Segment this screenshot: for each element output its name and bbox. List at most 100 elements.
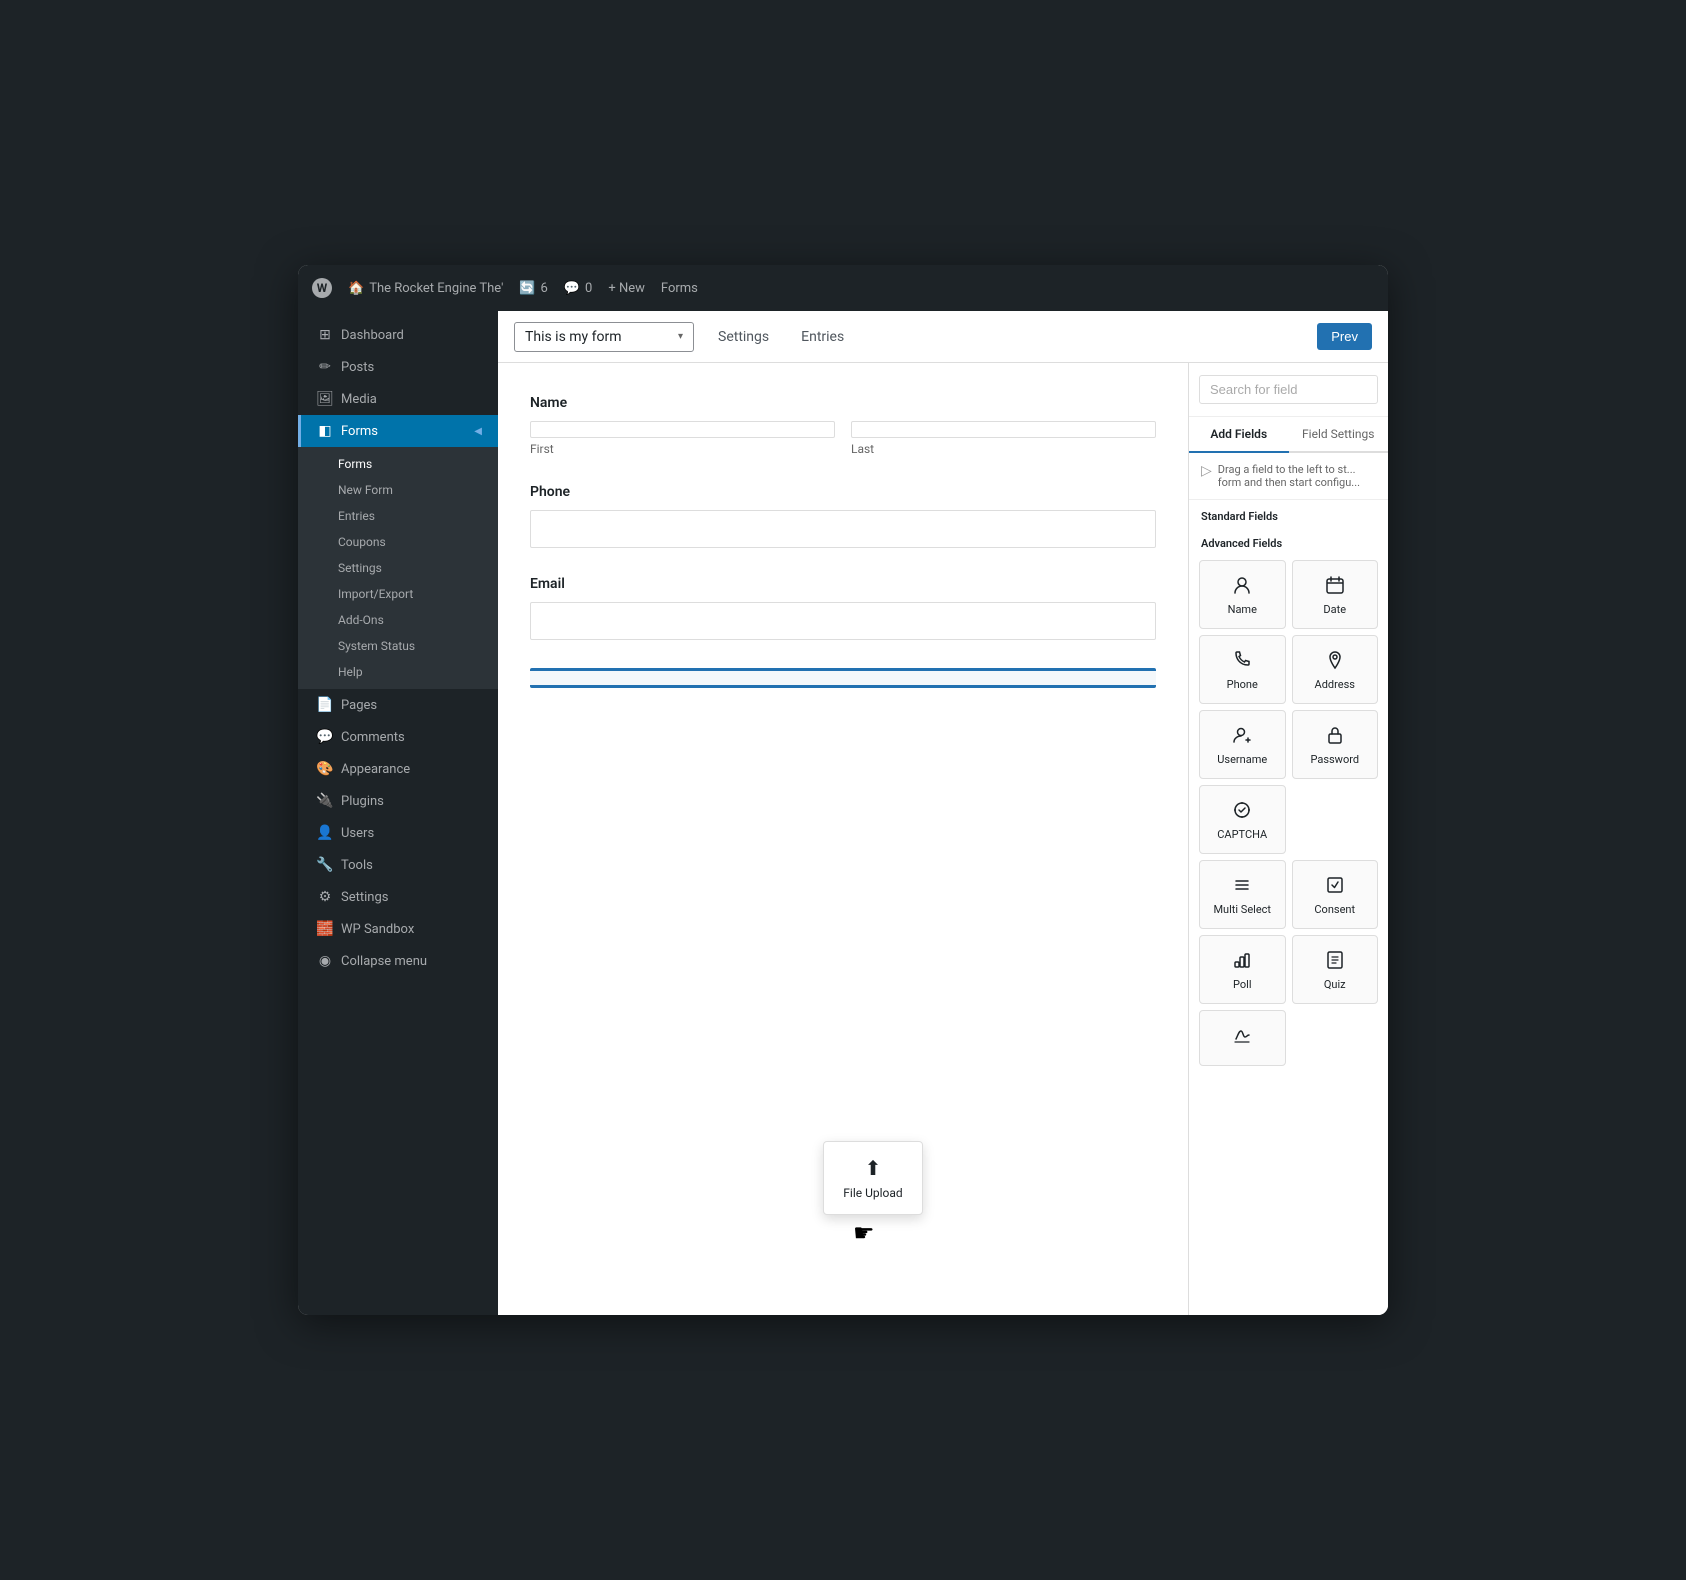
sidebar-label-forms: Forms (341, 424, 378, 439)
field-card-multi-select[interactable]: Multi Select (1199, 860, 1286, 929)
field-card-quiz[interactable]: Quiz (1292, 935, 1379, 1004)
field-consent-icon (1323, 873, 1347, 897)
submenu-new-form[interactable]: New Form (298, 477, 498, 503)
users-icon: 👤 (317, 825, 333, 841)
collapse-icon: ◉ (317, 953, 333, 969)
phone-field-group: Phone (530, 484, 1156, 548)
plugins-icon: 🔌 (317, 793, 333, 809)
admin-bar-forms[interactable]: Forms (661, 281, 698, 296)
comments-icon: 💬 (564, 281, 580, 296)
submenu-entries[interactable]: Entries (298, 503, 498, 529)
forms-icon: ◧ (317, 423, 333, 439)
sidebar-item-media[interactable]: 🖼 Media (298, 383, 498, 415)
updates-count: 6 (541, 281, 548, 296)
phone-field-label: Phone (530, 484, 1156, 500)
field-signature-icon (1230, 1023, 1254, 1047)
sidebar-item-plugins[interactable]: 🔌 Plugins (298, 785, 498, 817)
chevron-down-icon: ▾ (678, 331, 683, 342)
field-captcha-icon (1230, 798, 1254, 822)
advanced-fields-title: Advanced Fields (1189, 527, 1388, 554)
field-card-password[interactable]: Password (1292, 710, 1379, 779)
field-card-captcha[interactable]: CAPTCHA (1199, 785, 1286, 854)
sidebar-item-settings[interactable]: ⚙ Settings (298, 881, 498, 913)
field-card-poll[interactable]: Poll (1199, 935, 1286, 1004)
submenu-addons[interactable]: Add-Ons (298, 607, 498, 633)
sidebar-label-media: Media (341, 392, 377, 407)
sidebar-collapse[interactable]: ◉ Collapse menu (298, 945, 498, 977)
field-drag-hint: ▷ Drag a field to the left to st... form… (1189, 453, 1388, 500)
form-selector-label: This is my form (525, 329, 670, 345)
last-name-col: Last (851, 421, 1156, 456)
field-search-container (1189, 363, 1388, 417)
field-card-username[interactable]: Username (1199, 710, 1286, 779)
sidebar-item-wp-sandbox[interactable]: 🧱 WP Sandbox (298, 913, 498, 945)
sidebar-item-users[interactable]: 👤 Users (298, 817, 498, 849)
sidebar-item-dashboard[interactable]: ⊞ Dashboard (298, 319, 498, 351)
pages-icon: 📄 (317, 697, 333, 713)
field-card-address-label: Address (1315, 678, 1355, 691)
submenu-coupons[interactable]: Coupons (298, 529, 498, 555)
appearance-icon: 🎨 (317, 761, 333, 777)
admin-bar-comments[interactable]: 💬 0 (564, 281, 593, 296)
field-tabs: Add Fields Field Settings (1189, 417, 1388, 453)
sidebar-item-forms[interactable]: ◧ Forms ◀ (298, 415, 498, 447)
tab-entries[interactable]: Entries (793, 323, 852, 351)
field-card-phone[interactable]: Phone (1199, 635, 1286, 704)
standard-fields-title: Standard Fields (1189, 500, 1388, 527)
last-name-input[interactable] (851, 421, 1156, 438)
dashboard-icon: ⊞ (317, 327, 333, 343)
forms-bar-label: Forms (661, 281, 698, 296)
first-name-input[interactable] (530, 421, 835, 438)
sidebar-item-appearance[interactable]: 🎨 Appearance (298, 753, 498, 785)
submenu-forms[interactable]: Forms (298, 451, 498, 477)
sidebar-collapse-label: Collapse menu (341, 954, 427, 969)
top-bar: This is my form ▾ Settings Entries Prev (498, 311, 1388, 363)
file-upload-label: File Upload (843, 1186, 902, 1200)
field-card-captcha-label: CAPTCHA (1217, 828, 1267, 841)
submenu-system-status[interactable]: System Status (298, 633, 498, 659)
tab-settings[interactable]: Settings (710, 323, 777, 351)
wp-icon[interactable]: W (312, 278, 332, 298)
email-field-group: Email (530, 576, 1156, 640)
sidebar-label-dashboard: Dashboard (341, 328, 404, 343)
sidebar-label-tools: Tools (341, 858, 373, 873)
sidebar-item-pages[interactable]: 📄 Pages (298, 689, 498, 721)
field-username-icon (1230, 723, 1254, 747)
new-label: + New (608, 281, 645, 296)
field-search-input[interactable] (1199, 375, 1378, 404)
sidebar-item-tools[interactable]: 🔧 Tools (298, 849, 498, 881)
phone-input[interactable] (530, 510, 1156, 548)
last-name-sublabel: Last (851, 442, 1156, 456)
sidebar-label-comments: Comments (341, 730, 405, 745)
sidebar-item-posts[interactable]: ✏ Posts (298, 351, 498, 383)
submenu-import-export[interactable]: Import/Export (298, 581, 498, 607)
updates-icon: 🔄 (519, 281, 535, 296)
preview-button[interactable]: Prev (1317, 323, 1372, 350)
email-input[interactable] (530, 602, 1156, 640)
submenu-settings[interactable]: Settings (298, 555, 498, 581)
field-card-name[interactable]: Name (1199, 560, 1286, 629)
tools-icon: 🔧 (317, 857, 333, 873)
field-phone-icon (1230, 648, 1254, 672)
tab-add-fields[interactable]: Add Fields (1189, 417, 1289, 453)
admin-bar-updates[interactable]: 🔄 6 (519, 281, 548, 296)
field-card-consent-label: Consent (1314, 903, 1355, 916)
sidebar-item-comments[interactable]: 💬 Comments (298, 721, 498, 753)
drag-cursor-icon: ▷ (1201, 463, 1212, 479)
sidebar-label-posts: Posts (341, 360, 374, 375)
tab-field-settings[interactable]: Field Settings (1289, 417, 1389, 453)
forms-submenu: Forms New Form Entries Coupons Settings … (298, 447, 498, 689)
admin-bar-site[interactable]: 🏠 The Rocket Engine The' (348, 281, 503, 296)
content-area: This is my form ▾ Settings Entries Prev … (498, 311, 1388, 1315)
field-name-icon (1230, 573, 1254, 597)
field-date-icon (1323, 573, 1347, 597)
file-upload-tooltip[interactable]: ⬆ File Upload (823, 1141, 923, 1215)
field-card-consent[interactable]: Consent (1292, 860, 1379, 929)
field-card-date[interactable]: Date (1292, 560, 1379, 629)
posts-icon: ✏ (317, 359, 333, 375)
submenu-help[interactable]: Help (298, 659, 498, 685)
field-card-address[interactable]: Address (1292, 635, 1379, 704)
form-selector[interactable]: This is my form ▾ (514, 322, 694, 352)
admin-bar-new[interactable]: + New (608, 281, 645, 296)
field-card-signature[interactable] (1199, 1010, 1286, 1066)
